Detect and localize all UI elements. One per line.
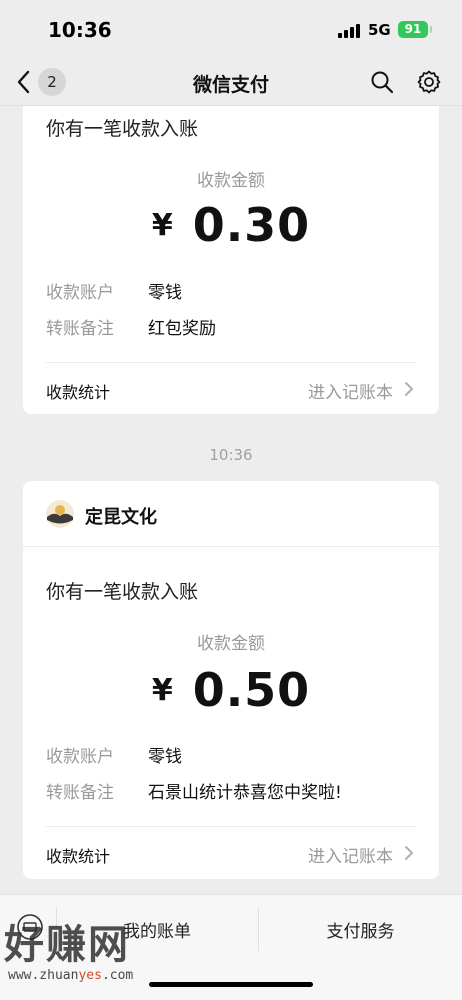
note-value: 石景山统计恭喜您中奖啦! xyxy=(148,783,342,803)
amount-number: 0.50 xyxy=(192,663,311,717)
currency-symbol: ¥ xyxy=(151,673,173,708)
message-timestamp: 10:36 xyxy=(209,446,253,464)
divider xyxy=(46,826,416,827)
note-key: 转账备注 xyxy=(46,319,114,339)
watermark-url: www.zhuanyes.com xyxy=(8,968,134,983)
amount-number: 0.30 xyxy=(192,198,311,252)
amount-value: ¥0.30 xyxy=(23,198,439,252)
note-key: 转账备注 xyxy=(46,783,114,803)
watermark-logo: 好赚网 xyxy=(4,922,130,968)
stats-label[interactable]: 收款统计 xyxy=(46,843,110,867)
account-value: 零钱 xyxy=(148,747,182,767)
settings-button[interactable] xyxy=(416,69,442,95)
merchant-name: 定昆文化 xyxy=(85,507,157,528)
brand-logo-icon xyxy=(46,500,74,528)
payment-services-button[interactable]: 支付服务 xyxy=(259,917,462,942)
gear-icon xyxy=(417,70,441,94)
status-time: 10:36 xyxy=(48,18,112,42)
battery-icon: 91 xyxy=(398,21,432,38)
network-type: 5G xyxy=(368,21,391,39)
nav-bar: 2 微信支付 xyxy=(0,58,462,106)
card-headline: 你有一笔收款入账 xyxy=(46,581,199,603)
chevron-right-icon xyxy=(405,846,413,860)
account-value: 零钱 xyxy=(148,283,182,303)
card-header: 定昆文化 xyxy=(23,481,439,547)
account-key: 收款账户 xyxy=(46,283,114,303)
account-key: 收款账户 xyxy=(46,747,114,767)
watermark: 好赚网 www.zhuanyes.com xyxy=(4,912,194,992)
search-button[interactable] xyxy=(370,70,394,94)
currency-symbol: ¥ xyxy=(151,208,173,243)
amount-label: 收款金额 xyxy=(197,171,265,191)
ledger-link[interactable]: 进入记账本 xyxy=(308,842,393,867)
chevron-right-icon xyxy=(405,382,413,396)
signal-icon xyxy=(338,24,362,38)
note-value: 红包奖励 xyxy=(148,319,216,339)
payment-card[interactable]: 定昆文化 你有一笔收款入账 收款金额 ¥0.50 收款账户 零钱 转账备注 石景… xyxy=(23,481,439,879)
card-headline: 你有一笔收款入账 xyxy=(46,118,199,140)
stats-label[interactable]: 收款统计 xyxy=(46,379,110,403)
home-indicator xyxy=(149,982,313,987)
status-bar: 10:36 5G 91 xyxy=(0,0,462,58)
search-icon xyxy=(371,71,394,94)
divider xyxy=(46,362,416,363)
ledger-link[interactable]: 进入记账本 xyxy=(308,378,393,403)
amount-label: 收款金额 xyxy=(197,634,265,654)
amount-value: ¥0.50 xyxy=(23,663,439,717)
payment-card[interactable]: 你有一笔收款入账 收款金额 ¥0.30 收款账户 零钱 转账备注 红包奖励 收款… xyxy=(23,106,439,414)
